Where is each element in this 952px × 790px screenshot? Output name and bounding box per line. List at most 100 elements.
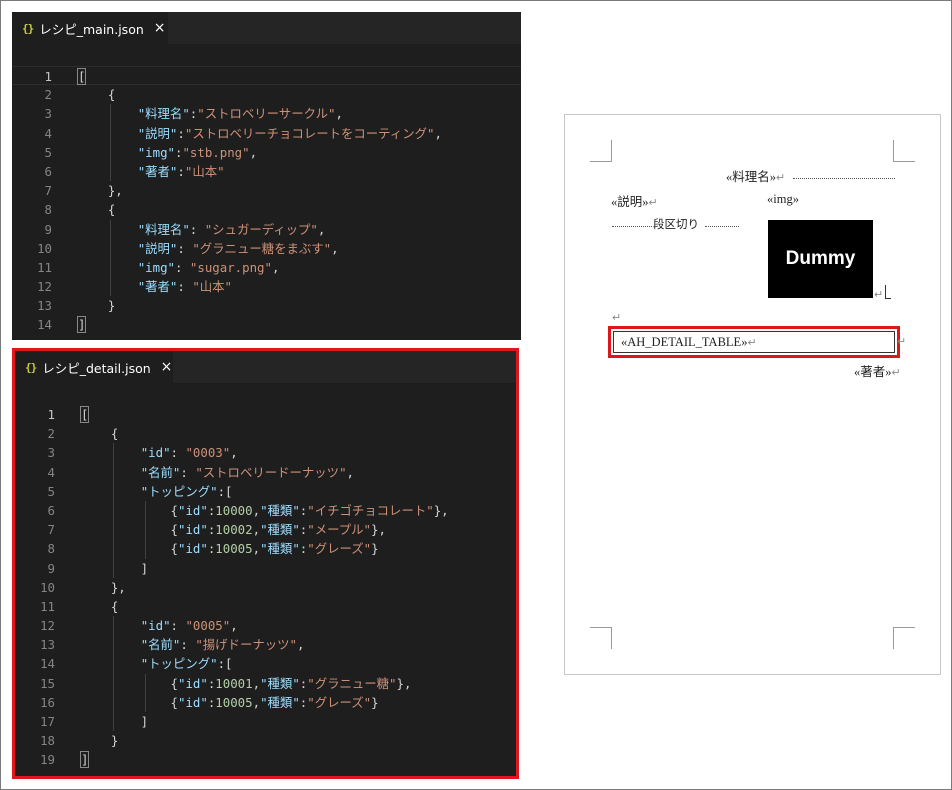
code-line[interactable]: 10 }, xyxy=(15,578,516,597)
code-area[interactable]: 1[2 {3 "料理名":"ストロベリーサークル", 4 "説明":"ストロベリー… xyxy=(12,44,521,335)
editor-detail-json: {} レシピ_detail.json × 1[2 {3 "id": "0003"… xyxy=(12,348,519,779)
code-line[interactable]: 12 "著者": "山本" xyxy=(12,277,521,296)
code-token: "id" xyxy=(177,522,208,538)
code-line[interactable]: 10 "説明": "グラニュー糖をまぶす", xyxy=(12,239,521,258)
code-line[interactable]: 4 "名前": "ストロベリードーナッツ", xyxy=(15,463,516,482)
code-token: ] xyxy=(79,751,90,769)
code-token: { xyxy=(81,541,178,557)
code-line[interactable]: 17 ] xyxy=(15,712,516,731)
merge-field-description: «説明»↵ xyxy=(611,191,658,210)
code-token: "種類" xyxy=(260,522,300,538)
code-text: { xyxy=(78,200,115,219)
code-token: "グレーズ" xyxy=(307,541,372,557)
margin-corner-bottom-right xyxy=(893,627,915,649)
code-token: "sugar.png" xyxy=(189,259,272,275)
code-line[interactable]: 4 "説明":"ストロベリーチョコレートをコーティング", xyxy=(12,124,521,143)
code-line[interactable]: 14] xyxy=(12,315,521,334)
code-token: , xyxy=(346,464,354,480)
code-line[interactable]: 2 { xyxy=(15,424,516,443)
code-token: ] xyxy=(81,560,149,576)
merge-field-author: «著者»↵ xyxy=(854,361,901,380)
code-token: "種類" xyxy=(260,694,300,710)
code-line[interactable]: 5 "img":"stb.png", xyxy=(12,143,521,162)
code-token: "料理名" xyxy=(137,106,190,122)
code-token: }, xyxy=(78,183,123,199)
line-number: 5 xyxy=(44,144,52,160)
code-line[interactable]: 6 "著者":"山本" xyxy=(12,162,521,181)
code-line[interactable]: 3 "料理名":"ストロベリーサークル", xyxy=(12,104,521,123)
line-number: 6 xyxy=(44,163,52,179)
code-token: } xyxy=(371,694,379,710)
code-line[interactable]: 3 "id": "0003", xyxy=(15,443,516,462)
line-number: 13 xyxy=(40,637,55,653)
code-token: "id" xyxy=(140,445,171,461)
line-number: 18 xyxy=(40,733,55,749)
margin-corner-top-left xyxy=(590,140,612,162)
code-text: "img":"stb.png", xyxy=(78,143,257,162)
code-line[interactable]: 11 "img": "sugar.png", xyxy=(12,258,521,277)
code-line[interactable]: 13 "名前": "揚げドーナッツ", xyxy=(15,635,516,654)
code-line[interactable]: 7 {"id":10002,"種類":"メープル"}, xyxy=(15,520,516,539)
line-number: 7 xyxy=(44,183,52,199)
code-token: , xyxy=(317,221,326,237)
code-token: { xyxy=(81,426,119,442)
code-line[interactable]: 1[ xyxy=(12,66,521,86)
code-area[interactable]: 1[2 {3 "id": "0003", 4 "名前": "ストロベリードーナッツ… xyxy=(15,383,516,770)
code-text: [ xyxy=(79,405,90,424)
line-number: 15 xyxy=(40,675,55,691)
code-line[interactable]: 1[ xyxy=(15,405,516,424)
code-line[interactable]: 12 "id": "0005", xyxy=(15,616,516,635)
line-number: 8 xyxy=(47,541,55,557)
code-text: "id": "0003", xyxy=(81,443,238,462)
code-text: "名前": "ストロベリードーナッツ", xyxy=(81,463,354,482)
code-line[interactable]: 8 { xyxy=(12,200,521,219)
code-token: 10000 xyxy=(215,502,253,518)
code-line[interactable]: 9 ] xyxy=(15,559,516,578)
code-text: "img": "sugar.png", xyxy=(78,258,280,277)
code-token: : xyxy=(177,240,193,256)
code-line[interactable]: 19] xyxy=(15,750,516,769)
code-text: { xyxy=(78,85,115,104)
code-line[interactable]: 14 "トッピング":[ xyxy=(15,654,516,673)
tab-label: レシピ_main.json xyxy=(39,21,144,37)
code-token: "ストロベリーチョコレートをコーティング" xyxy=(184,125,435,141)
code-text: "著者":"山本" xyxy=(78,162,225,181)
indent-guide xyxy=(110,219,111,297)
close-icon[interactable]: × xyxy=(161,359,173,375)
code-token: :[ xyxy=(217,483,233,499)
tab-recipe-main-json[interactable]: {} レシピ_main.json × xyxy=(12,12,168,44)
code-line[interactable]: 5 "トッピング":[ xyxy=(15,482,516,501)
code-token: ] xyxy=(81,714,149,729)
field-text: «説明» xyxy=(611,195,649,209)
code-line[interactable]: 8 {"id":10005,"種類":"グレーズ"} xyxy=(15,539,516,558)
code-line[interactable]: 16 {"id":10005,"種類":"グレーズ"} xyxy=(15,693,516,712)
code-token: : xyxy=(180,464,196,480)
code-line[interactable]: 9 "料理名": "シュガーディップ", xyxy=(12,220,521,239)
line-number: 9 xyxy=(44,221,52,237)
field-text: «AH_DETAIL_TABLE» xyxy=(621,335,748,349)
return-mark: ↵ xyxy=(874,289,884,301)
code-token: "名前" xyxy=(140,637,181,653)
code-token: , xyxy=(335,106,343,122)
code-line[interactable]: 2 { xyxy=(12,85,521,104)
dotted-leader xyxy=(705,226,739,227)
code-line[interactable]: 11 { xyxy=(15,597,516,616)
code-line[interactable]: 7 }, xyxy=(12,181,521,200)
code-text: } xyxy=(81,731,118,750)
code-line[interactable]: 13 } xyxy=(12,296,521,315)
code-token: }, xyxy=(81,579,126,595)
code-text: }, xyxy=(81,578,126,597)
close-icon[interactable]: × xyxy=(154,20,166,36)
line-number: 4 xyxy=(44,125,52,141)
code-line[interactable]: 18 } xyxy=(15,731,516,750)
code-token: "id" xyxy=(140,618,171,634)
merge-field-img: «img» xyxy=(767,192,799,206)
tab-recipe-detail-json[interactable]: {} レシピ_detail.json × xyxy=(15,351,173,383)
code-line[interactable]: 6 {"id":10000,"種類":"イチゴチョコレート"}, xyxy=(15,501,516,520)
indent-guide xyxy=(113,443,114,578)
code-line[interactable]: 15 {"id":10001,"種類":"グラニュー糖"}, xyxy=(15,674,516,693)
anchor-mark xyxy=(885,285,891,299)
